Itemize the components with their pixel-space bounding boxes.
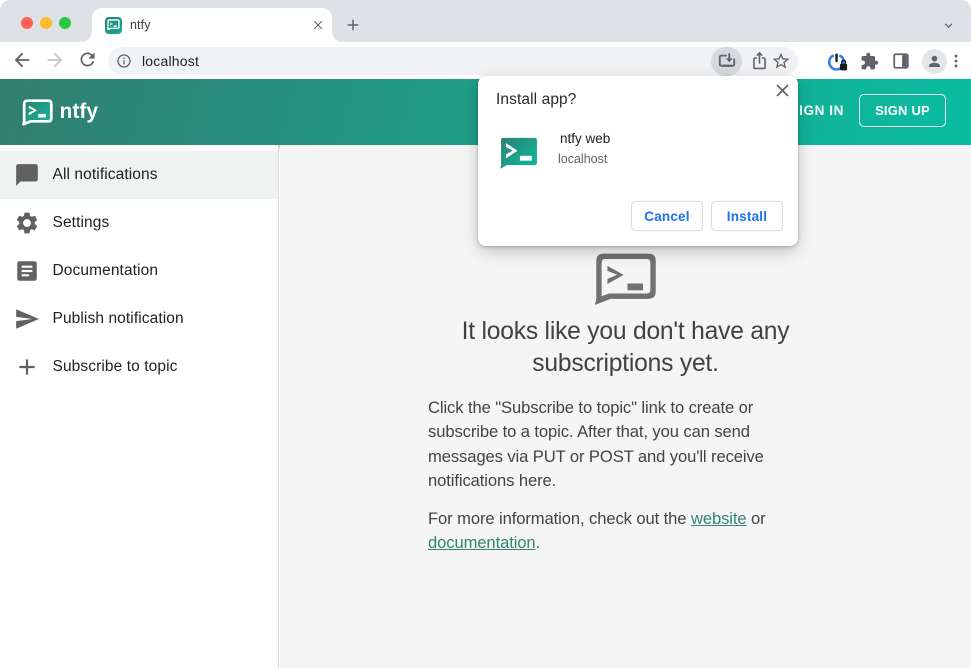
tab-favicon-icon bbox=[105, 16, 122, 34]
tab-title: ntfy bbox=[130, 18, 151, 32]
browser-tab[interactable]: ntfy bbox=[82, 8, 342, 42]
dialog-title: Install app? bbox=[496, 91, 577, 108]
profile-avatar[interactable] bbox=[922, 48, 947, 74]
browser-window: ntfy localhost ntfy SIGN IN SIGN UP All … bbox=[0, 0, 971, 668]
url-text[interactable]: localhost bbox=[142, 53, 711, 69]
side-panel-icon[interactable] bbox=[890, 50, 912, 72]
install-app-dialog: Install app? ntfy web localhost Cancel I… bbox=[478, 76, 798, 246]
dialog-app-icon bbox=[500, 137, 538, 170]
sidebar-item-subscribe-to-topic[interactable]: Subscribe to topic bbox=[0, 343, 278, 391]
fullscreen-window-button[interactable] bbox=[59, 17, 71, 29]
tab-strip: ntfy bbox=[0, 0, 971, 42]
address-bar[interactable]: localhost bbox=[108, 46, 798, 76]
minimize-window-button[interactable] bbox=[40, 17, 52, 29]
article-icon bbox=[14, 258, 40, 284]
new-tab-button[interactable] bbox=[344, 16, 362, 34]
chat-bubble-icon bbox=[14, 162, 40, 188]
ntfy-logo-icon bbox=[22, 99, 54, 126]
close-window-button[interactable] bbox=[21, 17, 33, 29]
extensions-icon[interactable] bbox=[858, 50, 880, 72]
empty-state-paragraph-2: For more information, check out the webs… bbox=[428, 509, 766, 553]
forward-button[interactable] bbox=[44, 49, 68, 73]
share-button[interactable] bbox=[750, 51, 771, 72]
back-button[interactable] bbox=[11, 49, 35, 73]
dialog-app-name: ntfy web bbox=[560, 131, 611, 146]
empty-state-paragraph-1: Click the "Subscribe to topic" link to c… bbox=[428, 398, 764, 490]
password-manager-icon[interactable] bbox=[826, 50, 848, 72]
tab-close-icon[interactable] bbox=[310, 17, 326, 33]
sidebar-item-documentation[interactable]: Documentation bbox=[0, 247, 278, 295]
tab-search-chevron-icon[interactable] bbox=[941, 18, 956, 33]
install-app-button[interactable] bbox=[711, 46, 742, 76]
send-icon bbox=[14, 306, 40, 332]
empty-state: It looks like you don't have any subscrip… bbox=[428, 253, 823, 556]
empty-state-heading: It looks like you don't have any subscrip… bbox=[461, 318, 790, 377]
sidebar-item-settings[interactable]: Settings bbox=[0, 199, 278, 247]
install-button[interactable]: Install bbox=[711, 201, 783, 231]
sidebar-item-label: Subscribe to topic bbox=[52, 358, 178, 375]
reload-button[interactable] bbox=[77, 49, 101, 73]
sidebar-item-all-notifications[interactable]: All notifications bbox=[0, 151, 278, 199]
sidebar-item-label: All notifications bbox=[52, 166, 158, 183]
ntfy-logo-outline-icon bbox=[594, 253, 657, 306]
navigation-sidebar: All notifications Settings Documentation Pu… bbox=[0, 145, 279, 668]
brand-name: ntfy bbox=[59, 100, 99, 123]
dialog-app-origin: localhost bbox=[558, 152, 608, 166]
gear-icon bbox=[14, 210, 40, 236]
dialog-close-icon[interactable] bbox=[772, 80, 793, 101]
link-documentation[interactable]: documentation bbox=[428, 533, 536, 552]
browser-toolbar: localhost bbox=[0, 42, 971, 80]
sidebar-item-label: Publish notification bbox=[52, 310, 184, 327]
sign-up-button[interactable]: SIGN UP bbox=[859, 93, 946, 127]
link-website[interactable]: website bbox=[691, 509, 747, 528]
browser-menu-icon[interactable] bbox=[947, 50, 965, 72]
plus-icon bbox=[14, 354, 40, 380]
sidebar-item-label: Documentation bbox=[52, 262, 159, 279]
sidebar-item-publish-notification[interactable]: Publish notification bbox=[0, 295, 278, 343]
cancel-button[interactable]: Cancel bbox=[631, 201, 703, 231]
sidebar-item-label: Settings bbox=[52, 214, 110, 231]
bookmark-star-button[interactable] bbox=[771, 51, 792, 72]
site-info-icon[interactable] bbox=[116, 53, 133, 70]
